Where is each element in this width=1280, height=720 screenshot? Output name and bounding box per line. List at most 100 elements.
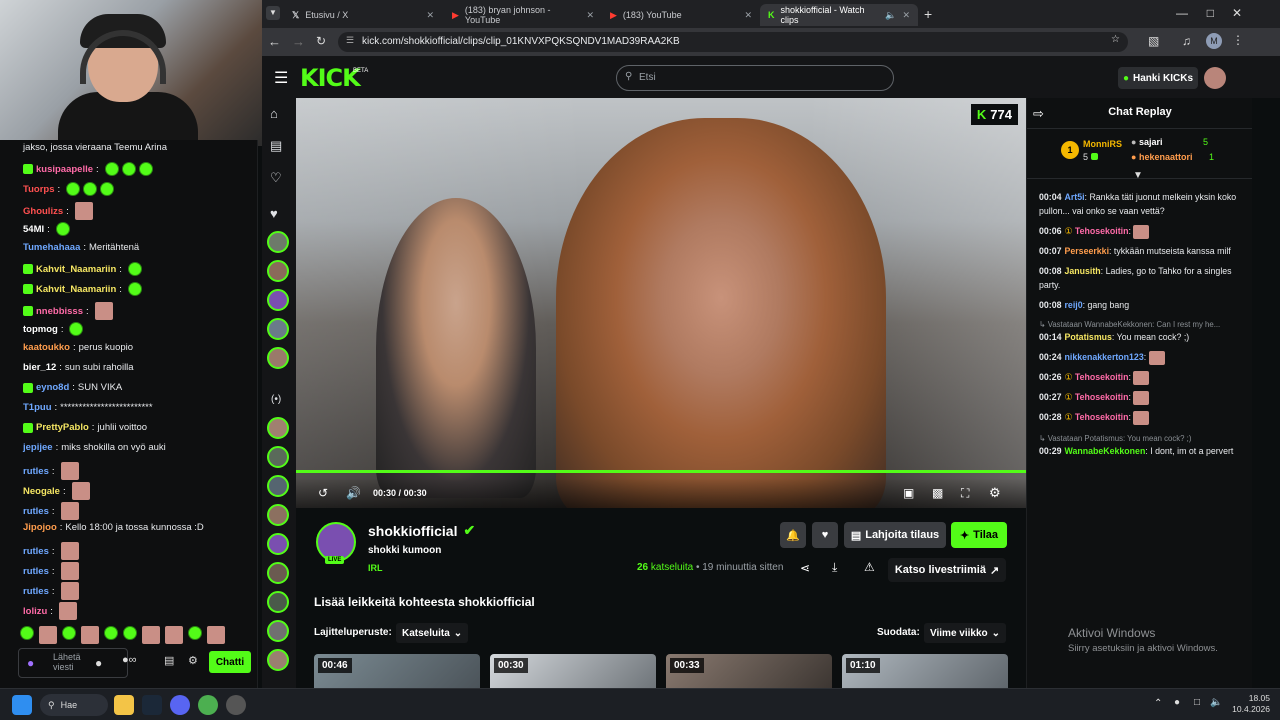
chat-username[interactable]: Tumehahaaa <box>23 242 80 253</box>
sidebar-channel-avatar[interactable] <box>267 231 289 253</box>
chat-username[interactable]: PrettyPablo <box>36 422 89 433</box>
sidebar-channel-avatar[interactable] <box>267 591 289 613</box>
close-icon[interactable]: ✕ <box>744 10 752 21</box>
chat-username[interactable]: nikkenakkerton123 <box>1065 352 1144 362</box>
volume-icon[interactable]: 🔈 <box>1210 697 1222 708</box>
points-icon[interactable]: ●∞ <box>122 654 137 666</box>
chat-username[interactable]: topmog <box>23 324 58 335</box>
chat-username[interactable]: Ghoulizs <box>23 206 63 217</box>
sidebar-channel-avatar[interactable] <box>267 620 289 642</box>
report-icon[interactable]: ⚠ <box>864 560 875 574</box>
chrome-icon[interactable] <box>198 695 218 715</box>
favorites-icon[interactable]: ♥ <box>270 206 278 221</box>
sidebar-channel-avatar[interactable] <box>267 318 289 340</box>
taskbar-search[interactable]: ⚲ Hae <box>40 694 108 716</box>
media-control-icon[interactable]: ♫ <box>1182 34 1191 48</box>
sidebar-channel-avatar[interactable] <box>267 446 289 468</box>
chat-username[interactable]: Tuorps <box>23 184 55 195</box>
chat-username[interactable]: Jipojoo <box>23 522 57 533</box>
pip-icon[interactable]: ▣ <box>903 486 914 500</box>
close-icon[interactable]: ✕ <box>426 10 434 21</box>
sidebar-channel-avatar[interactable] <box>267 289 289 311</box>
maximize-button[interactable]: □ <box>1207 6 1214 20</box>
subscribe-button[interactable]: ✦ Tilaa <box>951 522 1007 548</box>
speaker-icon[interactable]: 🔈 <box>885 10 896 21</box>
sidebar-channel-avatar[interactable] <box>267 533 289 555</box>
window-close-button[interactable]: ✕ <box>1232 6 1242 20</box>
forward-icon[interactable]: → <box>292 34 305 49</box>
close-icon[interactable]: ✕ <box>902 10 910 21</box>
following-icon[interactable]: ♡ <box>270 170 282 186</box>
chat-username[interactable]: nnebbisss <box>36 306 83 317</box>
chat-username[interactable]: kaatoukko <box>23 342 70 353</box>
chat-username[interactable]: 54MI <box>23 224 44 235</box>
favorite-button[interactable]: ♥ <box>812 522 838 548</box>
bookmark-star-icon[interactable]: ☆ <box>1111 34 1120 45</box>
volume-icon[interactable]: 🔊 <box>346 486 361 500</box>
chat-username[interactable]: kusipaapelle <box>36 164 93 175</box>
theater-mode-icon[interactable]: ▩ <box>932 486 943 500</box>
expand-leaderboard-icon[interactable]: ▼ <box>1133 170 1143 181</box>
chat-username[interactable]: Tehosekoitin <box>1075 412 1129 422</box>
sidebar-channel-avatar[interactable] <box>267 260 289 282</box>
file-explorer-icon[interactable] <box>114 695 134 715</box>
settings-icon[interactable]: ⚙ <box>989 485 1001 501</box>
minimize-button[interactable]: — <box>1176 6 1188 20</box>
channel-name[interactable]: shokkiofficial ✔ <box>368 522 475 539</box>
chat-username[interactable]: Tehosekoitin <box>1075 372 1129 382</box>
home-icon[interactable]: ⌂ <box>270 106 278 121</box>
extensions-icon[interactable]: ▧ <box>1148 34 1159 48</box>
gift-sub-button[interactable]: ▤ Lahjoita tilaus <box>844 522 946 548</box>
filter-dropdown[interactable]: Viime viikko ⌄ <box>924 623 1007 643</box>
chat-send-button[interactable]: Chatti <box>209 651 251 673</box>
chat-username[interactable]: WannabeKekkonen <box>1065 446 1146 456</box>
category-link[interactable]: IRL <box>368 563 383 573</box>
chat-input[interactable]: ● Lähetä viesti ● <box>18 648 128 678</box>
sidebar-channel-avatar[interactable] <box>267 417 289 439</box>
video-player[interactable]: K 774 ↺ 🔊 00:30 / 00:30 ▣ ▩ ⛶ ⚙ <box>296 98 1026 508</box>
chat-username[interactable]: jepijee <box>23 442 53 453</box>
discord-icon[interactable] <box>170 695 190 715</box>
chat-username[interactable]: bier_12 <box>23 362 56 373</box>
settings-icon[interactable]: ⚙ <box>188 654 198 667</box>
get-kicks-button[interactable]: ● Hanki KICKs <box>1118 67 1198 89</box>
tab-youtube[interactable]: ▶ (183) YouTube ✕ <box>602 4 760 26</box>
search-input[interactable]: ⚲ Etsi <box>616 65 894 91</box>
replay-icon[interactable]: ↺ <box>318 486 328 500</box>
gift-icon[interactable]: ▤ <box>164 654 174 667</box>
chat-username[interactable]: Potatismus <box>1065 332 1112 342</box>
tray-overflow-icon[interactable]: ⌃ <box>1154 698 1162 709</box>
chat-username[interactable]: rutles <box>23 506 49 517</box>
sidebar-channel-avatar[interactable] <box>267 475 289 497</box>
sidebar-channel-avatar[interactable] <box>267 504 289 526</box>
tab-kick[interactable]: Kshokkiofficial - Watch clips 🔈 ✕ <box>760 4 918 26</box>
reload-icon[interactable]: ↻ <box>316 34 326 48</box>
share-icon[interactable]: ⋖ <box>800 561 810 575</box>
watch-livestream-button[interactable]: Katso livestriimiä ↗ <box>888 558 1006 582</box>
download-icon[interactable]: ⤓ <box>832 560 837 575</box>
chat-username[interactable]: reij0 <box>1065 300 1083 310</box>
sidebar-channel-avatar[interactable] <box>267 649 289 671</box>
mic-icon[interactable]: ● <box>1174 697 1180 708</box>
kick-logo[interactable]: KICK <box>300 64 361 92</box>
hamburger-icon[interactable]: ☰ <box>274 68 288 88</box>
chat-username[interactable]: Tehosekoitin <box>1075 392 1129 402</box>
chat-username[interactable]: Kahvit_Naamariin <box>36 264 116 275</box>
emote-picker-icon[interactable]: ● <box>95 656 102 670</box>
sidebar-channel-avatar[interactable] <box>267 347 289 369</box>
start-icon[interactable] <box>12 695 32 715</box>
notification-button[interactable]: 🔔 <box>780 522 806 548</box>
tab-youtube-bryan[interactable]: ▶ (183) bryan johnson - YouTube ✕ <box>444 4 602 26</box>
user-avatar[interactable] <box>1204 67 1226 89</box>
sort-dropdown[interactable]: Katseluita ⌄ <box>396 623 469 643</box>
steam-icon[interactable] <box>142 695 162 715</box>
chat-username[interactable]: rutles <box>23 566 49 577</box>
chat-username[interactable]: Perseerkki <box>1065 246 1110 256</box>
tab-x[interactable]: 𝕏 Etusivu / X ✕ <box>284 4 442 26</box>
chat-username[interactable]: Art5i <box>1065 192 1085 202</box>
video-progress-bar[interactable] <box>296 470 1026 473</box>
site-info-icon[interactable]: ☰ <box>346 35 354 46</box>
new-tab-button[interactable]: + <box>924 6 932 22</box>
tab-search-button[interactable]: ▼ <box>266 6 280 20</box>
chat-username[interactable]: Neogale <box>23 486 60 497</box>
